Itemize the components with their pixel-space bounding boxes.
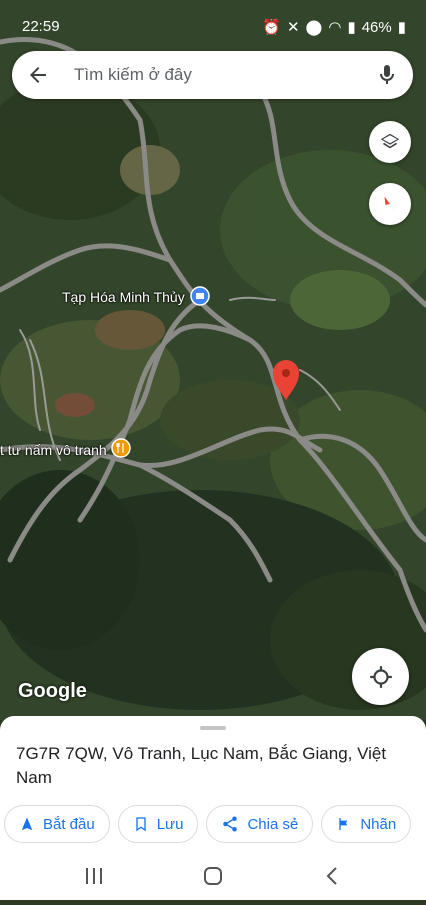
compass-icon (384, 196, 396, 212)
alarm-icon: ⏰ (262, 19, 281, 36)
share-button[interactable]: Chia sẻ (206, 805, 314, 843)
signal-icon: ▮ (347, 19, 356, 36)
battery-percent: 46% (361, 18, 392, 36)
wifi-icon: ◠ (328, 19, 342, 36)
map-label-restaurant[interactable]: t tư nấm vô tranh (0, 442, 107, 458)
restaurant-marker-icon (111, 438, 131, 458)
map-label-shop[interactable]: Tạp Hóa Minh Thủy (62, 289, 185, 305)
flag-icon (339, 818, 348, 830)
back-arrow-icon[interactable] (26, 63, 50, 87)
start-label: Bắt đầu (43, 815, 95, 833)
map-imagery (0, 0, 426, 720)
search-bar[interactable]: Tìm kiếm ở đây (12, 51, 413, 99)
google-attribution: Google (18, 680, 87, 702)
share-label: Chia sẻ (247, 815, 299, 833)
system-nav-bar (0, 852, 426, 900)
satellite-map[interactable] (0, 0, 426, 720)
sheet-drag-handle[interactable] (200, 726, 226, 730)
location-icon: ⬤ (305, 19, 323, 36)
my-location-button[interactable] (352, 648, 409, 705)
home-icon[interactable] (204, 867, 222, 885)
save-button[interactable]: Lưu (117, 805, 199, 843)
compass-button[interactable] (369, 183, 411, 225)
recent-apps-icon[interactable] (86, 868, 102, 884)
back-nav-icon[interactable] (326, 867, 337, 885)
status-time: 22:59 (22, 18, 60, 35)
start-button[interactable]: Bắt đầu (4, 805, 110, 843)
crosshair-icon (369, 665, 392, 688)
save-label: Lưu (156, 815, 184, 833)
bookmark-icon (136, 817, 146, 832)
battery-icon: ▮ (397, 19, 406, 36)
microphone-icon[interactable] (375, 63, 399, 87)
label-label: Nhãn (360, 815, 397, 833)
share-icon (223, 816, 238, 832)
search-input[interactable]: Tìm kiếm ở đây (74, 65, 192, 85)
action-chips: Bắt đầu Lưu Chia sẻ Nhãn (4, 805, 412, 843)
layers-icon (380, 133, 400, 149)
status-bar: 22:59 ⏰ ✕ ⬤ ◠ ▮ 46% ▮ (0, 0, 426, 50)
layers-button[interactable] (369, 121, 411, 163)
mute-icon: ✕ (286, 19, 300, 36)
navigation-arrow-icon (22, 817, 32, 830)
shop-marker-icon (190, 286, 210, 306)
place-address: 7G7R 7QW, Vô Tranh, Lục Nam, Bắc Giang, … (16, 744, 387, 787)
label-button[interactable]: Nhãn (321, 805, 412, 843)
